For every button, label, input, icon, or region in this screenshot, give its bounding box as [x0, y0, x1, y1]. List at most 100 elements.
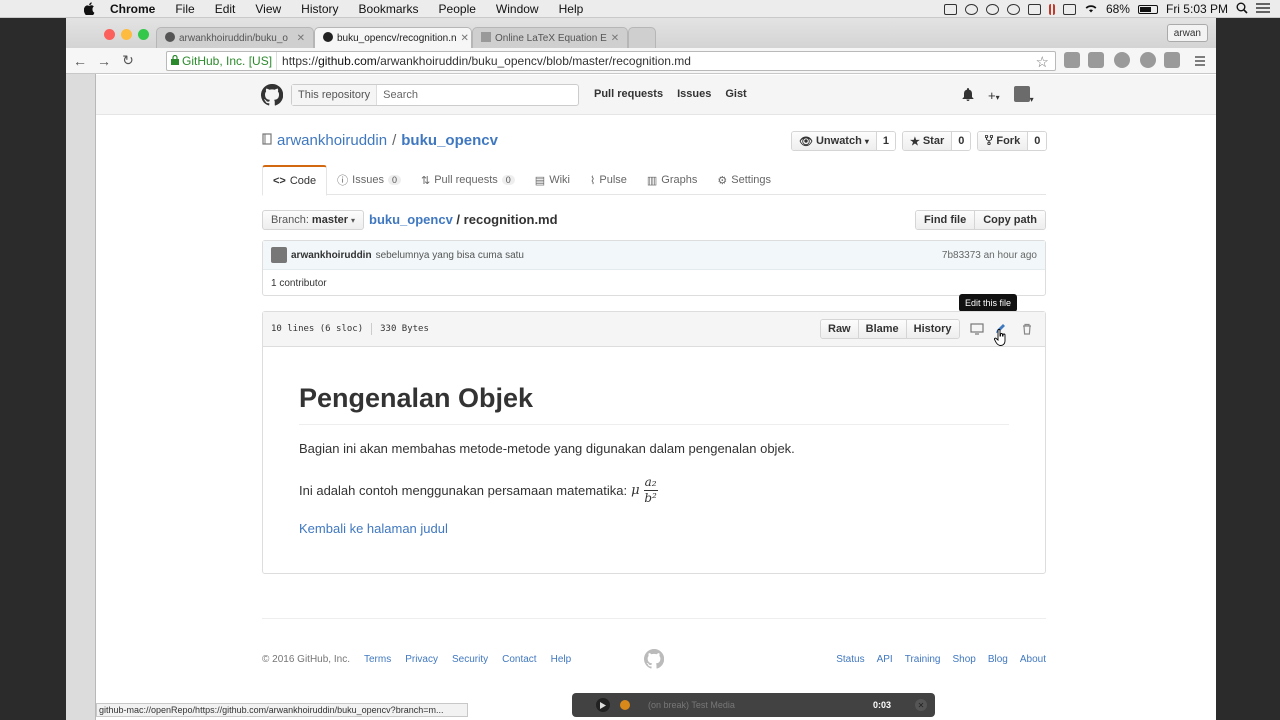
- stop-icon[interactable]: [1027, 3, 1041, 15]
- raw-button[interactable]: Raw: [821, 320, 858, 338]
- apple-icon[interactable]: [82, 2, 96, 16]
- footer-link-about[interactable]: About: [1020, 654, 1046, 665]
- tab-pull-requests[interactable]: ⇅ Pull requests 0: [411, 165, 525, 195]
- battery-percent[interactable]: 68%: [1106, 2, 1130, 16]
- blame-button[interactable]: Blame: [857, 320, 906, 338]
- menu-view[interactable]: View: [255, 2, 281, 16]
- star-count[interactable]: 0: [952, 132, 971, 150]
- commit-sha-link[interactable]: 7b83373: [942, 250, 981, 261]
- close-tab-icon[interactable]: ✕: [461, 33, 469, 44]
- play-icon[interactable]: [596, 698, 610, 712]
- repo-search-input[interactable]: This repository Search: [291, 84, 579, 106]
- browser-tab-2[interactable]: buku_opencv/recognition.n ✕: [314, 27, 472, 49]
- tab-code[interactable]: <> Code: [262, 165, 328, 196]
- new-tab-button[interactable]: [628, 27, 656, 49]
- spotlight-icon[interactable]: [1236, 2, 1248, 17]
- menu-help[interactable]: Help: [559, 2, 584, 16]
- footer-link-terms[interactable]: Terms: [364, 654, 391, 665]
- extension-icon[interactable]: [1114, 52, 1130, 68]
- extension-icon[interactable]: [1140, 52, 1156, 68]
- nav-gist[interactable]: Gist: [725, 88, 746, 100]
- close-tab-icon[interactable]: ✕: [611, 33, 619, 44]
- time-machine-icon[interactable]: [1062, 3, 1076, 15]
- unwatch-button[interactable]: 👁 Unwatch ▾: [792, 132, 877, 150]
- check-icon[interactable]: [964, 3, 978, 15]
- fork-button[interactable]: Fork: [978, 132, 1029, 150]
- notifications-bell-icon[interactable]: [962, 87, 974, 104]
- macos-menu-bar: Chrome File Edit View History Bookmarks …: [0, 0, 1280, 18]
- tab-issues[interactable]: ⓘ Issues 0: [327, 165, 411, 195]
- menu-file[interactable]: File: [175, 2, 194, 16]
- tab-settings[interactable]: ⚙ Settings: [707, 165, 781, 195]
- watch-count[interactable]: 1: [876, 132, 895, 150]
- copy-path-button[interactable]: Copy path: [974, 211, 1045, 229]
- branch-select-button[interactable]: Branch: master ▾: [262, 210, 365, 230]
- profile-button[interactable]: arwan: [1166, 24, 1208, 42]
- extension-icon[interactable]: [1164, 52, 1180, 68]
- github-logo-icon[interactable]: [260, 83, 284, 111]
- tab-graphs[interactable]: ▥ Graphs: [637, 165, 707, 195]
- footer-link-blog[interactable]: Blog: [988, 654, 1008, 665]
- back-icon[interactable]: ←: [70, 51, 90, 71]
- close-tab-icon[interactable]: ✕: [297, 33, 305, 44]
- footer-link-security[interactable]: Security: [452, 654, 488, 665]
- menu-window[interactable]: Window: [496, 2, 539, 16]
- address-bar[interactable]: GitHub, Inc. [US] https://github.com/arw…: [166, 51, 1056, 71]
- nav-issues[interactable]: Issues: [677, 88, 711, 100]
- footer-link-privacy[interactable]: Privacy: [405, 654, 438, 665]
- footer-link-training[interactable]: Training: [905, 654, 941, 665]
- back-to-title-link[interactable]: Kembali ke halaman judul: [299, 521, 448, 536]
- battery-icon[interactable]: [1137, 4, 1158, 14]
- nav-pull-requests[interactable]: Pull requests: [594, 88, 663, 100]
- history-button[interactable]: History: [905, 320, 959, 338]
- footer-link-help[interactable]: Help: [551, 654, 572, 665]
- minimize-window-icon[interactable]: [121, 29, 132, 40]
- record-icon[interactable]: [620, 700, 630, 710]
- bookmark-star-icon[interactable]: ☆: [1036, 53, 1049, 71]
- footer-link-status[interactable]: Status: [836, 654, 864, 665]
- user-avatar-menu[interactable]: ▾: [1013, 86, 1034, 105]
- ev-certificate[interactable]: GitHub, Inc. [US]: [167, 52, 278, 70]
- menu-edit[interactable]: Edit: [215, 2, 236, 16]
- screen-record-icon[interactable]: [943, 3, 957, 15]
- close-icon[interactable]: ✕: [915, 699, 927, 711]
- create-new-button[interactable]: +▾: [988, 88, 1000, 103]
- breadcrumb-repo-link[interactable]: buku_opencv: [369, 212, 453, 227]
- repo-owner-link[interactable]: arwankhoiruddin: [277, 132, 387, 149]
- chrome-menu-icon[interactable]: [1194, 54, 1206, 72]
- extension-icon[interactable]: [1088, 52, 1104, 68]
- pause-icon[interactable]: [1048, 3, 1055, 15]
- forward-icon[interactable]: →: [94, 51, 114, 71]
- clock[interactable]: Fri 5:03 PM: [1166, 2, 1228, 16]
- footer-link-shop[interactable]: Shop: [952, 654, 975, 665]
- menu-history[interactable]: History: [301, 2, 338, 16]
- menu-app-name[interactable]: Chrome: [110, 2, 155, 16]
- notification-center-icon[interactable]: [1256, 2, 1270, 16]
- tab-pulse[interactable]: ⌇ Pulse: [580, 165, 637, 195]
- browser-tab-3[interactable]: Online LaTeX Equation E ✕: [472, 27, 628, 49]
- reload-icon[interactable]: ↻: [118, 51, 138, 71]
- menu-people[interactable]: People: [439, 2, 476, 16]
- browser-tab-1[interactable]: arwankhoiruddin/buku_o ✕: [156, 27, 314, 49]
- star-button[interactable]: ★ Star: [902, 132, 953, 150]
- repo-name-link[interactable]: buku_opencv: [401, 132, 498, 149]
- circle-icon[interactable]: [1006, 3, 1020, 15]
- tab-wiki[interactable]: ▤ Wiki: [525, 165, 580, 195]
- menu-bookmarks[interactable]: Bookmarks: [359, 2, 419, 16]
- media-icon[interactable]: [985, 3, 999, 15]
- find-file-button[interactable]: Find file: [916, 211, 975, 229]
- trash-icon[interactable]: [1021, 323, 1035, 335]
- close-window-icon[interactable]: [104, 29, 115, 40]
- desktop-icon[interactable]: [970, 323, 984, 335]
- footer-link-api[interactable]: API: [877, 654, 893, 665]
- commit-author-link[interactable]: arwankhoiruddin: [291, 250, 372, 261]
- commit-message-link[interactable]: sebelumnya yang bisa cuma satu: [376, 250, 524, 261]
- avatar[interactable]: [271, 247, 287, 263]
- footer-link-contact[interactable]: Contact: [502, 654, 536, 665]
- contributors-link[interactable]: 1 contributor: [263, 270, 1045, 296]
- maximize-window-icon[interactable]: [138, 29, 149, 40]
- wifi-icon[interactable]: [1084, 2, 1098, 16]
- extension-icon[interactable]: [1064, 52, 1080, 68]
- fork-count[interactable]: 0: [1028, 132, 1047, 150]
- github-mark-icon[interactable]: [643, 648, 665, 672]
